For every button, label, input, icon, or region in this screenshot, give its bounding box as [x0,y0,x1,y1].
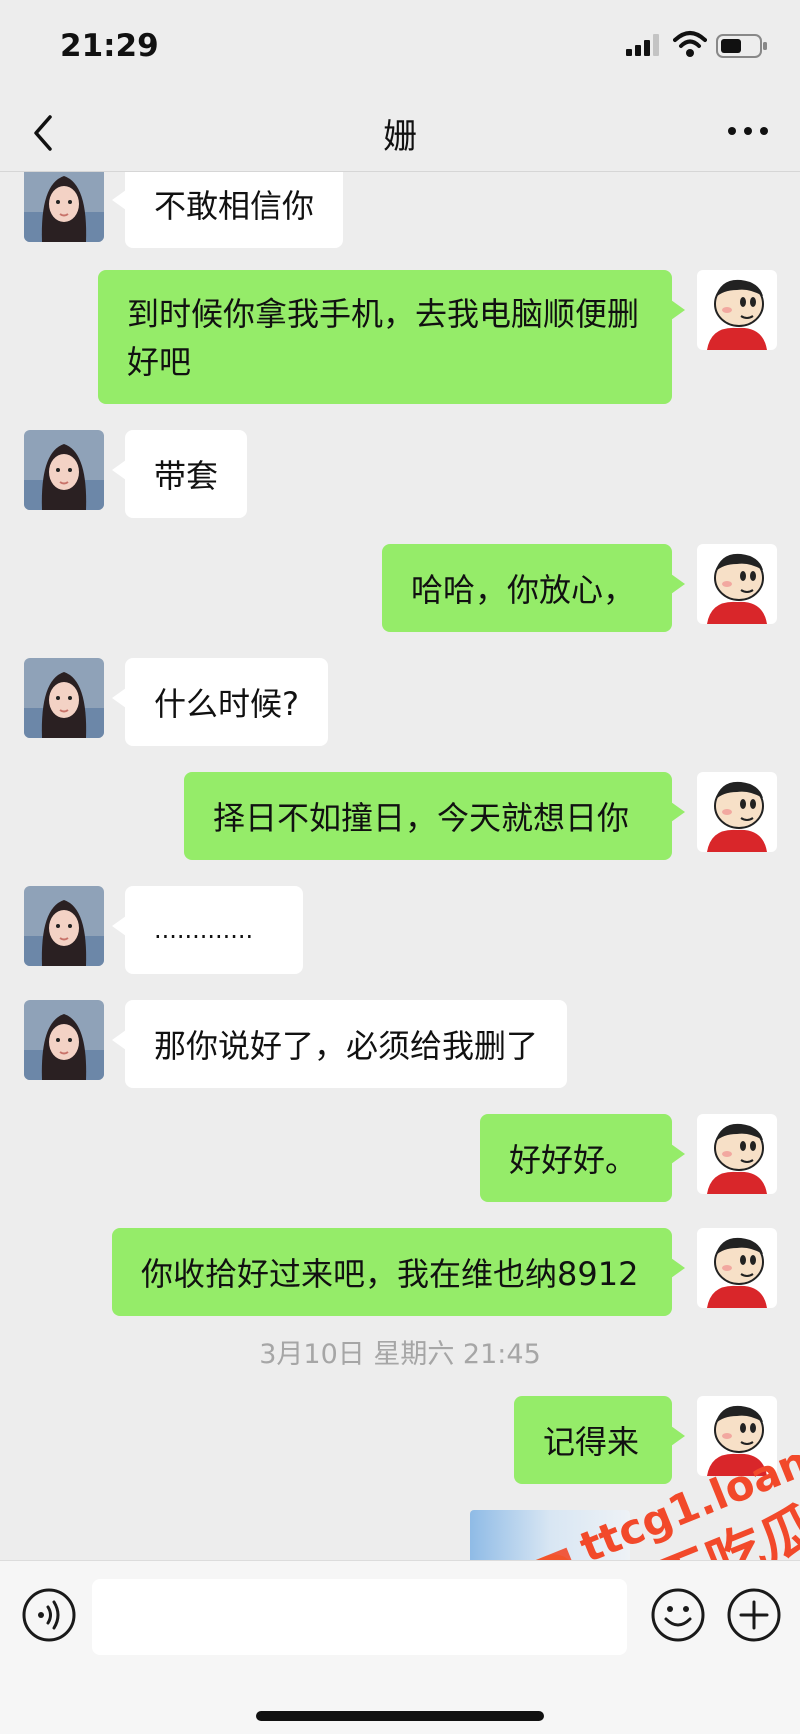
message-bubble-outgoing[interactable]: 记得来 [514,1396,685,1484]
battery-icon [716,34,767,58]
message-bubble-outgoing[interactable]: 好好好。 [480,1114,685,1202]
status-time: 21:29 [60,28,159,64]
contact-avatar[interactable] [24,886,104,966]
self-avatar[interactable] [697,1396,777,1476]
message-text: 好好好。 [509,1141,638,1179]
chat-area[interactable]: 不敢相信你 到时候你拿我手机，去我电脑顺便删好吧 带套 哈哈，你放心， 什么时候… [0,172,800,1560]
message-text: 到时候你拿我手机，去我电脑顺便删好吧 [127,295,640,381]
message-bubble-incoming[interactable]: 不敢相信你 [111,172,344,248]
message-bubble-outgoing[interactable]: 哈哈，你放心， [382,544,685,632]
chat-header: 姗 [0,95,800,172]
contact-avatar[interactable] [24,172,104,242]
cellular-signal-icon [626,34,659,56]
contact-avatar[interactable] [24,1000,104,1080]
message-text: 带套 [154,457,219,495]
message-text: ............. [154,916,254,944]
self-avatar[interactable] [697,1114,777,1194]
message-bubble-incoming[interactable]: ............. [112,886,303,974]
message-text: 那你说好了，必须给我删了 [154,1027,539,1065]
contact-avatar[interactable] [24,430,104,510]
message-text: 什么时候? [154,685,299,723]
plus-icon[interactable] [726,1587,782,1643]
chat-title: 姗 [383,117,417,157]
message-bubble-incoming[interactable]: 什么时候? [112,658,328,746]
input-bar [0,1560,800,1734]
message-bubble-outgoing[interactable]: 择日不如撞日，今天就想日你 [184,772,685,860]
self-avatar[interactable] [697,1228,777,1308]
message-text: 记得来 [543,1423,640,1461]
image-message-thumbnail[interactable] [470,1510,630,1560]
contact-avatar[interactable] [24,658,104,738]
chat-timestamp: 3月10日 星期六 21:45 [259,1339,541,1370]
message-bubble-incoming[interactable]: 带套 [111,430,248,518]
message-bubble-outgoing[interactable]: 到时候你拿我手机，去我电脑顺便删好吧 [98,270,685,404]
self-avatar[interactable] [697,544,777,624]
self-avatar[interactable] [697,270,777,350]
message-text: 你收拾好过来吧，我在维也纳8912 [141,1255,639,1293]
wifi-icon [673,31,707,57]
message-input[interactable] [92,1579,627,1655]
message-text: 不敢相信你 [154,187,315,225]
home-indicator[interactable] [256,1711,544,1721]
message-text: 择日不如撞日，今天就想日你 [213,799,630,837]
voice-icon[interactable] [21,1587,77,1643]
self-avatar[interactable] [697,772,777,852]
emoji-icon[interactable] [650,1587,706,1643]
more-icon[interactable] [726,125,770,137]
status-bar: 21:29 [0,0,800,95]
message-text: 哈哈，你放心， [411,571,636,609]
message-bubble-outgoing[interactable]: 你收拾好过来吧，我在维也纳8912 [112,1228,685,1316]
message-bubble-incoming[interactable]: 那你说好了，必须给我删了 [111,1000,568,1088]
